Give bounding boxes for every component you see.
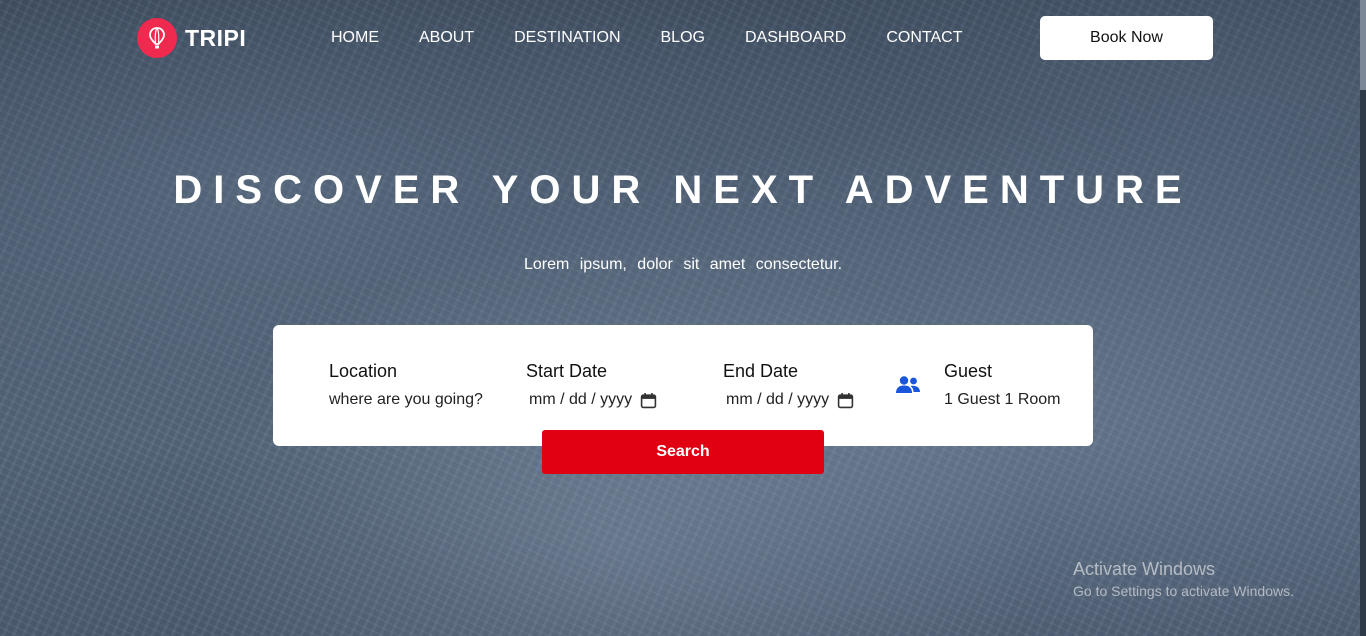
users-icon — [895, 375, 921, 399]
scrollbar-thumb[interactable] — [1360, 0, 1366, 90]
calendar-icon[interactable] — [837, 392, 854, 409]
main-nav: HOME ABOUT DESTINATION BLOG DASHBOARD CO… — [331, 29, 1002, 47]
hero-subtitle: Lorem ipsum, dolor sit amet consectetur. — [523, 256, 843, 273]
nav-item-destination[interactable]: DESTINATION — [514, 29, 620, 47]
start-date-field[interactable]: Start Date mm / dd / yyyy — [526, 361, 657, 409]
nav-item-dashboard[interactable]: DASHBOARD — [745, 29, 846, 47]
start-date-placeholder: mm / dd / yyyy — [529, 391, 633, 408]
guest-field[interactable]: Guest 1 Guest 1 Room — [944, 361, 1061, 409]
location-input[interactable]: where are you going? — [329, 391, 483, 409]
end-date-placeholder: mm / dd / yyyy — [726, 391, 830, 408]
book-now-button[interactable]: Book Now — [1040, 16, 1213, 60]
location-field[interactable]: Location where are you going? — [329, 361, 483, 409]
brand[interactable]: TRIPI — [137, 18, 246, 58]
end-date-label: End Date — [723, 361, 799, 381]
guest-label: Guest — [944, 361, 993, 381]
watermark-title: Activate Windows — [1073, 559, 1216, 579]
start-date-input[interactable]: mm / dd / yyyy — [526, 391, 657, 409]
location-label: Location — [329, 361, 398, 381]
search-button[interactable]: Search — [542, 430, 824, 474]
start-date-label: Start Date — [526, 361, 608, 381]
page-scrollbar[interactable] — [1360, 0, 1366, 636]
end-date-field[interactable]: End Date mm / dd / yyyy — [723, 361, 854, 409]
windows-activation-watermark: Activate Windows Go to Settings to activ… — [1073, 559, 1294, 599]
watermark-subtitle: Go to Settings to activate Windows. — [1073, 583, 1294, 599]
nav-item-about[interactable]: ABOUT — [419, 29, 474, 47]
guest-value[interactable]: 1 Guest 1 Room — [944, 391, 1061, 409]
hero-title: DISCOVER YOUR NEXT ADVENTURE — [173, 168, 1193, 212]
site-header: TRIPI HOME ABOUT DESTINATION BLOG DASHBO… — [0, 0, 1360, 78]
search-card: Location where are you going? Start Date… — [273, 325, 1093, 446]
calendar-icon[interactable] — [640, 392, 657, 409]
brand-name: TRIPI — [185, 24, 247, 51]
hot-air-balloon-icon — [137, 18, 177, 58]
nav-item-blog[interactable]: BLOG — [661, 29, 705, 47]
nav-item-contact[interactable]: CONTACT — [886, 29, 962, 47]
nav-item-home[interactable]: HOME — [331, 29, 379, 47]
end-date-input[interactable]: mm / dd / yyyy — [723, 391, 854, 409]
